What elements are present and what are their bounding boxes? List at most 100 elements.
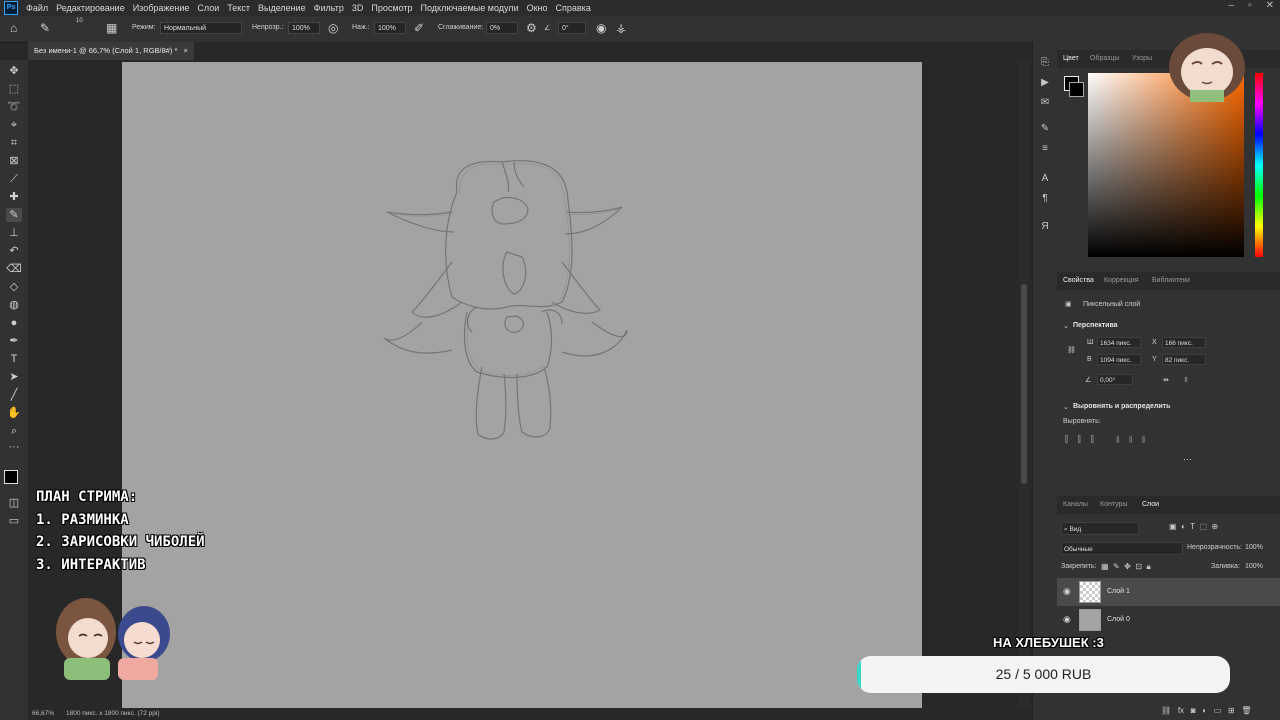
menu-type[interactable]: Текст — [223, 3, 254, 13]
tab-properties[interactable]: Свойства — [1063, 272, 1094, 290]
x-input[interactable]: 166 пикс. — [1162, 337, 1206, 348]
actions-panel-icon[interactable]: ▶ — [1038, 76, 1052, 90]
angle-input[interactable]: 0° — [558, 22, 586, 34]
flip-horizontal-icon[interactable]: ⇹ — [1163, 376, 1169, 384]
lock-transparent-icon[interactable]: ▦ — [1101, 562, 1109, 571]
glyphs-panel-icon[interactable]: Я — [1038, 220, 1052, 234]
pressure-opacity-icon[interactable]: ◎ — [328, 21, 338, 35]
align-right-icon[interactable]: ⫿ — [1091, 434, 1094, 444]
flip-vertical-icon[interactable]: ⇳ — [1183, 376, 1189, 384]
layer-style-icon[interactable]: fx — [1178, 706, 1184, 715]
path-select-tool-icon[interactable]: ➤ — [6, 370, 22, 384]
tab-libraries[interactable]: Библиотеки — [1152, 272, 1190, 290]
healing-tool-icon[interactable]: ✚ — [6, 190, 22, 204]
delete-layer-icon[interactable]: 🗑︎ — [1241, 706, 1251, 715]
menu-layers[interactable]: Слои — [193, 3, 223, 13]
frame-tool-icon[interactable]: ⊠ — [6, 154, 22, 168]
mode-select[interactable]: Нормальный — [160, 22, 242, 34]
tab-close-icon[interactable]: × — [184, 46, 188, 55]
foreground-color-swatch[interactable] — [4, 470, 18, 484]
layer-row[interactable]: ◉ Слой 0 — [1057, 606, 1280, 634]
visibility-eye-icon[interactable]: ◉ — [1063, 586, 1071, 597]
character-panel-icon[interactable]: A — [1038, 172, 1052, 186]
dodge-tool-icon[interactable]: ● — [6, 316, 22, 330]
type-tool-icon[interactable]: T — [6, 352, 22, 366]
history-panel-icon[interactable]: ⎘ — [1038, 56, 1052, 70]
menu-view[interactable]: Просмотр — [367, 3, 416, 13]
layer-name[interactable]: Слой 1 — [1107, 588, 1130, 595]
blend-mode-select[interactable]: Обычные — [1061, 542, 1183, 555]
close-icon[interactable]: ✕ — [1266, 0, 1274, 11]
brush-preset-icon[interactable]: ✎ — [40, 21, 50, 35]
filter-type-icon[interactable]: T — [1190, 522, 1195, 531]
align-top-icon[interactable]: ⫾ — [1116, 434, 1119, 444]
tab-swatches[interactable]: Образцы — [1090, 50, 1119, 68]
adjustments-panel-icon[interactable]: ≡ — [1038, 142, 1052, 156]
align-bottom-icon[interactable]: ⫾ — [1142, 434, 1145, 444]
tab-patterns[interactable]: Узоры — [1132, 50, 1152, 68]
add-mask-icon[interactable]: ◙ — [1191, 706, 1196, 715]
stamp-tool-icon[interactable]: ⊥ — [6, 226, 22, 240]
zoom-level[interactable]: 66,67% — [32, 708, 54, 720]
brush-settings-icon[interactable]: ▦ — [106, 21, 117, 35]
menu-window[interactable]: Окно — [523, 3, 552, 13]
tab-channels[interactable]: Каналы — [1063, 496, 1088, 514]
align-middle-v-icon[interactable]: ⫾ — [1129, 434, 1132, 444]
eraser-tool-icon[interactable]: ⌫ — [6, 262, 22, 276]
home-icon[interactable]: ⌂ — [10, 21, 17, 35]
marquee-tool-icon[interactable]: ⬚ — [6, 82, 22, 96]
hand-tool-icon[interactable]: ✋ — [6, 406, 22, 420]
pressure-size-icon[interactable]: ◉ — [596, 21, 606, 35]
link-layers-icon[interactable]: ⛓ — [1161, 706, 1171, 715]
eyedropper-tool-icon[interactable]: ⟋ — [6, 172, 22, 186]
filter-adjust-icon[interactable]: ◐ — [1181, 522, 1186, 531]
layer-filter-select[interactable]: ⌕ Вид — [1061, 522, 1139, 535]
blur-tool-icon[interactable]: ◍ — [6, 298, 22, 312]
lock-all-icon[interactable]: 🔒︎ — [1146, 562, 1150, 571]
adjustment-layer-icon[interactable]: ◐ — [1202, 706, 1207, 715]
chevron-down-icon[interactable]: ⌄ — [1063, 403, 1069, 411]
history-brush-tool-icon[interactable]: ↶ — [6, 244, 22, 258]
vertical-scroll-thumb[interactable] — [1021, 284, 1027, 484]
filter-shape-icon[interactable]: ⬚ — [1200, 522, 1208, 531]
visibility-eye-icon[interactable]: ◉ — [1063, 614, 1071, 625]
panel-background-swatch[interactable] — [1069, 82, 1084, 97]
menu-select[interactable]: Выделение — [254, 3, 310, 13]
align-left-icon[interactable]: ⫿ — [1065, 434, 1068, 444]
lock-artboard-icon[interactable]: ⊡ — [1135, 562, 1142, 571]
pen-tool-icon[interactable]: ✒ — [6, 334, 22, 348]
hue-slider[interactable] — [1255, 73, 1263, 257]
menu-3d[interactable]: 3D — [348, 3, 368, 13]
menu-filter[interactable]: Фильтр — [310, 3, 348, 13]
menu-image[interactable]: Изображение — [129, 3, 194, 13]
minimize-icon[interactable]: – — [1229, 0, 1235, 11]
screen-mode-icon[interactable]: ▭ — [6, 514, 22, 528]
airbrush-icon[interactable]: ✐ — [414, 21, 424, 35]
menu-help[interactable]: Справка — [552, 3, 595, 13]
zoom-tool-icon[interactable]: ⌕ — [6, 424, 22, 438]
height-input[interactable]: 1094 пикс. — [1097, 354, 1141, 365]
chevron-down-icon[interactable]: ⌄ — [1063, 322, 1069, 330]
canvas[interactable] — [122, 62, 922, 708]
smoothing-input[interactable]: 0% — [486, 22, 518, 34]
more-tools-icon[interactable]: ··· — [6, 440, 22, 454]
y-input[interactable]: 82 пикс. — [1162, 354, 1206, 365]
tab-color[interactable]: Цвет — [1063, 50, 1079, 68]
filter-pixel-icon[interactable]: ▣ — [1169, 522, 1177, 531]
more-options-icon[interactable]: ··· — [1183, 454, 1192, 464]
crop-tool-icon[interactable]: ⌗ — [6, 136, 22, 150]
menu-plugins[interactable]: Подключаемые модули — [417, 3, 523, 13]
paragraph-panel-icon[interactable]: ¶ — [1038, 192, 1052, 206]
new-group-icon[interactable]: ▭ — [1214, 706, 1222, 715]
tab-paths[interactable]: Контуры — [1100, 496, 1127, 514]
quick-mask-icon[interactable]: ◫ — [6, 496, 22, 510]
align-center-h-icon[interactable]: ⫿ — [1078, 434, 1081, 444]
new-layer-icon[interactable]: ⊞ — [1228, 706, 1235, 715]
move-tool-icon[interactable]: ✥ — [6, 64, 22, 78]
quick-select-tool-icon[interactable]: ⌖ — [6, 118, 22, 132]
rotation-input[interactable]: 0,00° — [1097, 374, 1133, 385]
vertical-scrollbar[interactable] — [1018, 60, 1030, 708]
tab-adjustments[interactable]: Коррекция — [1104, 272, 1138, 290]
comments-panel-icon[interactable]: ✉ — [1038, 96, 1052, 110]
line-tool-icon[interactable]: ╱ — [6, 388, 22, 402]
